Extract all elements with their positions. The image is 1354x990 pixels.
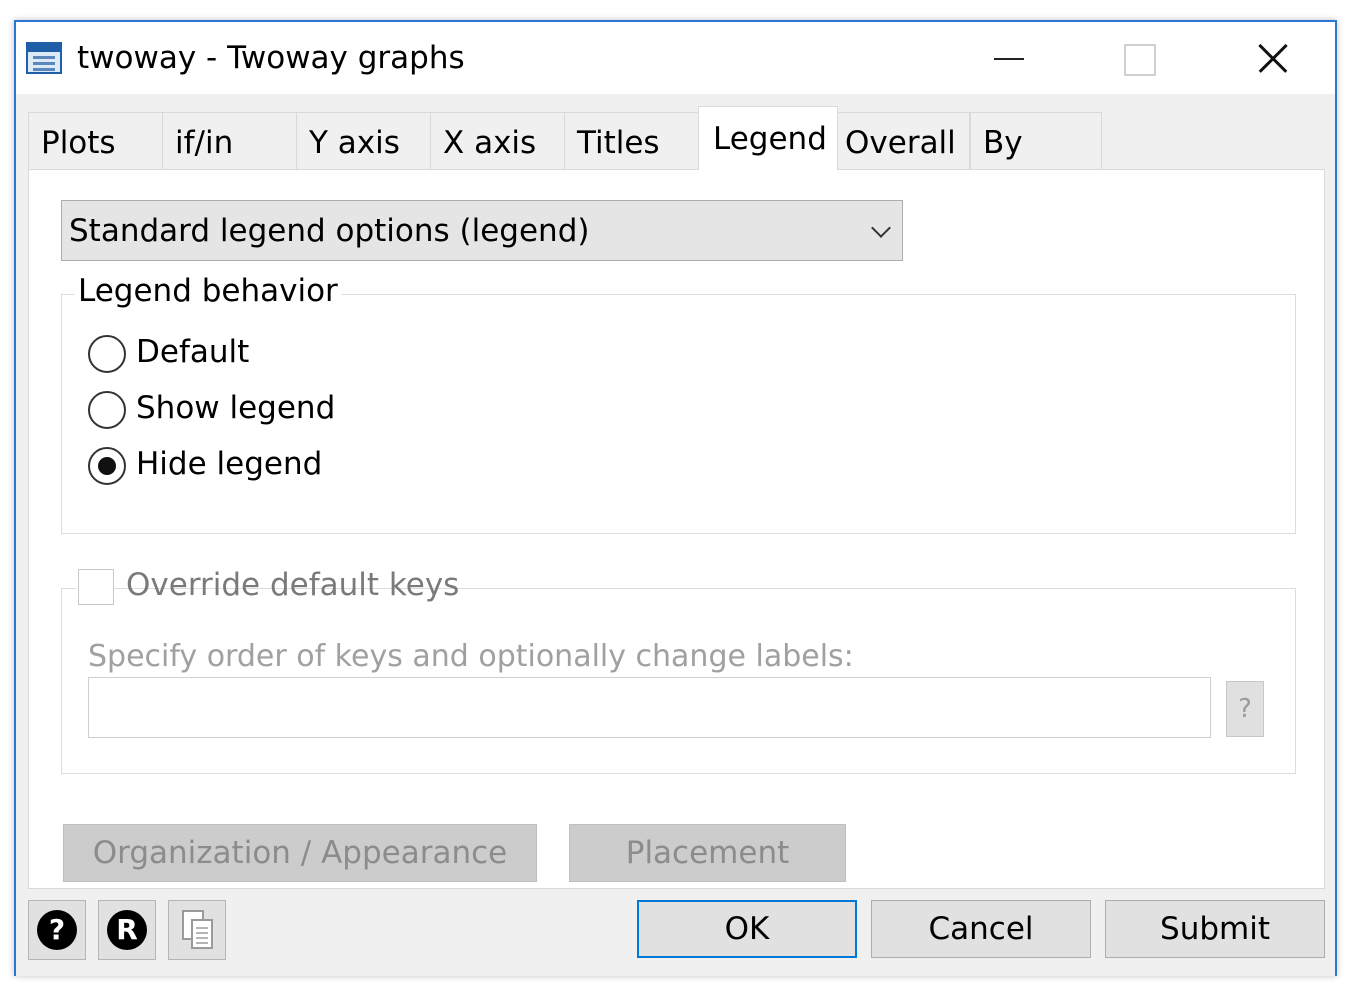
- maximize-icon[interactable]: [1078, 22, 1198, 94]
- radio-default-label[interactable]: Default: [136, 334, 249, 370]
- cancel-button[interactable]: Cancel: [871, 900, 1091, 958]
- reset-button[interactable]: R: [98, 900, 156, 960]
- tab-legend[interactable]: Legend: [698, 106, 838, 170]
- placement-button[interactable]: Placement: [569, 824, 846, 882]
- legend-behavior-title: Legend behavior: [74, 273, 342, 309]
- radio-hide-legend-label[interactable]: Hide legend: [136, 446, 322, 482]
- radio-hide-legend-button[interactable]: [88, 447, 126, 485]
- legend-behavior-group: Legend behavior Default Show legend Hide…: [61, 273, 1296, 534]
- organization-appearance-button[interactable]: Organization / Appearance: [63, 824, 537, 882]
- override-keys-group: Override default keys Specify order of k…: [61, 567, 1296, 774]
- help-icon: ?: [37, 910, 77, 950]
- keys-order-input[interactable]: [88, 677, 1211, 738]
- reset-icon: R: [107, 910, 147, 950]
- tab-overall[interactable]: Overall: [836, 112, 970, 170]
- tab-titles[interactable]: Titles: [564, 112, 700, 170]
- submit-button[interactable]: Submit: [1105, 900, 1325, 958]
- legend-tab-panel: Standard legend options (legend) Legend …: [28, 169, 1325, 889]
- chevron-down-icon: [871, 218, 891, 238]
- tab-x-axis[interactable]: X axis: [430, 112, 566, 170]
- legend-options-dropdown[interactable]: Standard legend options (legend): [61, 200, 903, 261]
- close-icon[interactable]: [1212, 22, 1332, 94]
- radio-default-button[interactable]: [88, 335, 126, 373]
- copy-icon: [182, 910, 214, 950]
- bottom-button-bar: ? R OK Cancel Submit: [16, 890, 1335, 976]
- dropdown-selected-value: Standard legend options (legend): [69, 213, 590, 249]
- minimize-icon[interactable]: [948, 22, 1068, 94]
- radio-show-legend-label[interactable]: Show legend: [136, 390, 335, 426]
- copy-command-button[interactable]: [168, 900, 226, 960]
- tab-by[interactable]: By: [970, 112, 1102, 170]
- tab-if-in[interactable]: if/in: [162, 112, 298, 170]
- tab-y-axis[interactable]: Y axis: [296, 112, 432, 170]
- keys-order-hint: Specify order of keys and optionally cha…: [88, 639, 854, 674]
- window-title: twoway - Twoway graphs: [77, 40, 465, 76]
- help-button[interactable]: ?: [28, 900, 86, 960]
- keys-help-button[interactable]: ?: [1226, 681, 1264, 737]
- radio-show-legend-button[interactable]: [88, 391, 126, 429]
- ok-button[interactable]: OK: [637, 900, 857, 958]
- override-default-keys-checkbox[interactable]: [78, 569, 114, 605]
- tab-plots[interactable]: Plots: [28, 112, 164, 170]
- dialog-window: twoway - Twoway graphs Plots if/in Y axi…: [14, 20, 1337, 976]
- title-bar: twoway - Twoway graphs: [16, 22, 1335, 94]
- dialog-app-icon: [26, 42, 62, 74]
- override-default-keys-label[interactable]: Override default keys: [126, 567, 459, 603]
- override-default-keys-option[interactable]: Override default keys: [76, 567, 459, 609]
